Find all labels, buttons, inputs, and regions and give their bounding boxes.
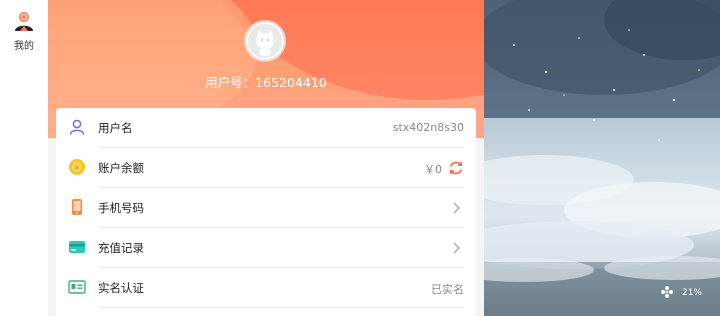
account-info-card: 用户名 stx402n8s30 ¥ 账户余额 ￥0 手机号码 充值记录 实名认证…: [56, 108, 476, 316]
balance-value: ￥0: [424, 163, 442, 176]
svg-text:¥: ¥: [75, 164, 80, 172]
profile-panel: 用户号：165204410 用户名 stx402n8s30 ¥ 账户余额 ￥0: [48, 0, 484, 316]
row-username[interactable]: 用户名 stx402n8s30: [56, 108, 476, 148]
nav-label-mine: 我的: [14, 41, 34, 52]
background-scene-image: 21%: [484, 0, 720, 316]
chevron-right-icon: [453, 242, 461, 254]
coin-icon: ¥: [69, 159, 85, 175]
divider: [98, 307, 464, 308]
row-phone[interactable]: 手机号码: [56, 188, 476, 228]
row-recharge-records[interactable]: 充值记录: [56, 228, 476, 268]
id-card-icon: [68, 280, 86, 294]
left-nav: 我的: [0, 0, 48, 316]
progress-indicator: 21%: [681, 288, 702, 298]
row-label: 充值记录: [98, 241, 144, 255]
user-id-text: 用户号：165204410: [205, 75, 327, 90]
scene-artwork: [484, 0, 720, 316]
row-real-name[interactable]: 实名认证 已实名: [56, 268, 476, 308]
avatar[interactable]: [244, 20, 286, 62]
row-balance[interactable]: ¥ 账户余额 ￥0: [56, 148, 476, 188]
phone-icon: [72, 199, 82, 215]
row-label: 用户名: [98, 121, 133, 135]
flower-icon: [661, 286, 673, 298]
avatar-cat-icon: [248, 24, 282, 58]
user-icon: [15, 12, 33, 31]
card-icon: [69, 241, 85, 253]
person-icon: [69, 119, 85, 135]
row-label: 账户余额: [98, 161, 144, 175]
verification-status: 已实名: [431, 283, 464, 296]
refresh-icon[interactable]: [448, 160, 464, 176]
row-label: 实名认证: [98, 281, 144, 295]
row-label: 手机号码: [98, 201, 144, 215]
chevron-right-icon: [453, 202, 461, 214]
username-value: stx402n8s30: [392, 121, 464, 134]
